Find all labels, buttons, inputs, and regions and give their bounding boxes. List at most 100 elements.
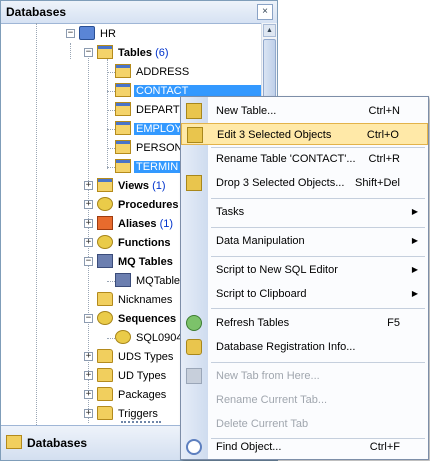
triggers-expand-toggle[interactable]: + — [84, 409, 93, 418]
views-expand-toggle[interactable]: + — [84, 181, 93, 190]
menu-separator — [211, 198, 425, 199]
close-icon[interactable]: × — [257, 4, 273, 20]
database-info-icon — [186, 339, 202, 355]
procedures-icon — [97, 197, 113, 212]
menu-item-find-object[interactable]: Find Object... Ctrl+F — [181, 436, 428, 458]
tree-connector — [107, 72, 115, 73]
tree-node-nicknames[interactable]: Nicknames — [97, 291, 174, 309]
menu-item-script-clipboard[interactable]: Script to Clipboard ▶ — [181, 283, 428, 305]
hr-collapse-toggle[interactable]: − — [66, 29, 75, 38]
drop-table-icon — [186, 175, 202, 191]
uds-types-icon — [97, 349, 113, 364]
tree-node-procedures[interactable]: Procedures — [97, 196, 181, 214]
footer-label: Databases — [27, 436, 88, 450]
menu-item-edit-selected[interactable]: Edit 3 Selected Objects Ctrl+O — [181, 123, 428, 145]
resize-grip[interactable] — [121, 421, 161, 427]
tables-collapse-toggle[interactable]: − — [84, 48, 93, 57]
tree-node-tables[interactable]: Tables (6) — [97, 44, 171, 62]
triggers-icon — [97, 406, 113, 421]
table-icon — [115, 64, 131, 79]
table-item-termin[interactable]: TERMIN — [115, 158, 181, 176]
tree-connector — [107, 281, 115, 282]
menu-item-rename-tab[interactable]: Rename Current Tab... — [181, 389, 428, 411]
functions-expand-toggle[interactable]: + — [84, 238, 93, 247]
tree-node-uds-types[interactable]: UDS Types — [97, 348, 175, 366]
table-icon — [115, 159, 131, 174]
menu-separator — [211, 227, 425, 228]
sequences-icon — [97, 311, 113, 326]
table-icon — [115, 140, 131, 155]
tree-guide-line — [70, 43, 71, 59]
menu-item-drop-selected[interactable]: Drop 3 Selected Objects... Shift+Del — [181, 172, 428, 194]
menu-item-tasks[interactable]: Tasks ▶ — [181, 201, 428, 223]
refresh-icon — [186, 315, 202, 331]
functions-icon — [97, 235, 113, 250]
menu-separator — [211, 362, 425, 363]
menu-item-new-tab[interactable]: New Tab from Here... — [181, 365, 428, 387]
tree-node-functions[interactable]: Functions — [97, 234, 173, 252]
menu-item-db-registration[interactable]: Database Registration Info... — [181, 336, 428, 358]
tree-connector — [107, 148, 115, 149]
mq-tables-collapse-toggle[interactable]: − — [84, 257, 93, 266]
tree-node-packages[interactable]: Packages — [97, 386, 168, 404]
tree-node-sequences[interactable]: Sequences — [97, 310, 178, 328]
aliases-icon — [97, 216, 113, 231]
tree-node-aliases[interactable]: Aliases (1) — [97, 215, 175, 233]
tree-node-mq-tables[interactable]: MQ Tables — [97, 253, 175, 271]
ud-types-expand-toggle[interactable]: + — [84, 371, 93, 380]
menu-item-data-manipulation[interactable]: Data Manipulation ▶ — [181, 230, 428, 252]
menu-item-refresh-tables[interactable]: Refresh Tables F5 — [181, 312, 428, 334]
mq-table-icon — [115, 273, 131, 288]
context-menu: New Table... Ctrl+N Edit 3 Selected Obje… — [180, 96, 429, 460]
menu-separator — [211, 308, 425, 309]
tree-guide-line — [36, 23, 37, 427]
mq-tables-icon — [97, 254, 113, 269]
table-item-depart[interactable]: DEPART — [115, 101, 182, 119]
submenu-arrow-icon: ▶ — [411, 289, 418, 298]
databases-folder-icon — [6, 435, 22, 449]
submenu-arrow-icon: ▶ — [411, 207, 418, 216]
mq-table-item[interactable]: MQTable — [115, 272, 182, 290]
menu-item-rename-table[interactable]: Rename Table 'CONTACT'... Ctrl+R — [181, 148, 428, 170]
table-item-employ[interactable]: EMPLOY — [115, 120, 184, 138]
table-item-address[interactable]: ADDRESS — [115, 63, 191, 81]
menu-item-delete-tab[interactable]: Delete Current Tab — [181, 413, 428, 435]
menu-item-script-sql-editor[interactable]: Script to New SQL Editor ▶ — [181, 259, 428, 281]
table-item-person[interactable]: PERSON — [115, 139, 184, 157]
tree-connector — [107, 91, 115, 92]
edit-table-icon — [187, 127, 203, 143]
new-tab-icon — [186, 368, 202, 384]
tree-guide-line — [107, 59, 108, 169]
aliases-expand-toggle[interactable]: + — [84, 219, 93, 228]
panel-title: Databases — [6, 5, 67, 19]
packages-expand-toggle[interactable]: + — [84, 390, 93, 399]
search-icon — [186, 439, 202, 455]
procedures-expand-toggle[interactable]: + — [84, 200, 93, 209]
tree-connector — [107, 338, 115, 339]
tree-node-views[interactable]: Views (1) — [97, 177, 168, 195]
database-icon — [79, 26, 95, 41]
scroll-up-arrow-icon[interactable]: ▲ — [263, 24, 276, 37]
packages-icon — [97, 387, 113, 402]
tree-connector — [107, 167, 115, 168]
sequence-item[interactable]: SQL0904 — [115, 329, 184, 347]
tables-icon — [97, 45, 113, 60]
tree-node-hr[interactable]: HR — [79, 25, 118, 43]
tree-connector — [107, 110, 115, 111]
uds-types-expand-toggle[interactable]: + — [84, 352, 93, 361]
menu-item-new-table[interactable]: New Table... Ctrl+N — [181, 100, 428, 122]
ud-types-icon — [97, 368, 113, 383]
new-table-icon — [186, 103, 202, 119]
submenu-arrow-icon: ▶ — [411, 236, 418, 245]
submenu-arrow-icon: ▶ — [411, 265, 418, 274]
table-icon — [115, 121, 131, 136]
sequences-collapse-toggle[interactable]: − — [84, 314, 93, 323]
nicknames-icon — [97, 292, 113, 307]
table-icon — [115, 83, 131, 98]
menu-separator — [211, 256, 425, 257]
sequence-icon — [115, 330, 131, 345]
tree-node-ud-types[interactable]: UD Types — [97, 367, 168, 385]
tree-connector — [107, 129, 115, 130]
panel-header: Databases × — [1, 1, 277, 24]
table-icon — [115, 102, 131, 117]
